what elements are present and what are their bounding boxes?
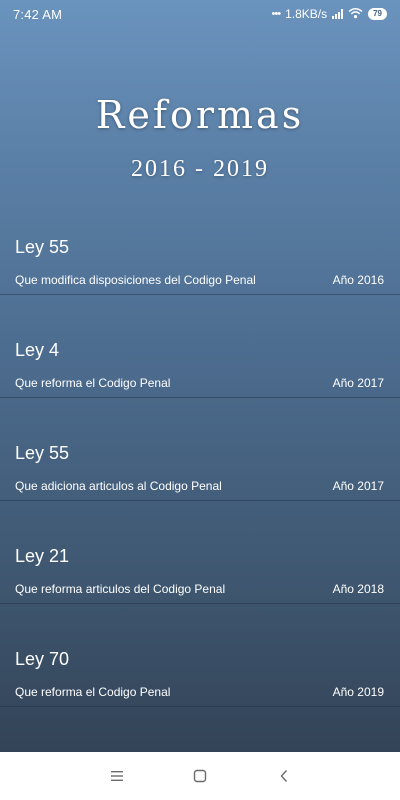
list-item[interactable]: Ley 4 Que reforma el Codigo Penal Año 20… (0, 336, 400, 439)
divider (0, 294, 400, 295)
divider (0, 500, 400, 501)
law-name: Ley 55 (15, 237, 70, 257)
battery-icon: 79 (368, 8, 387, 20)
law-description: Que adiciona articulos al Codigo Penal (15, 479, 222, 493)
law-list: Ley 55 Que modifica disposiciones del Co… (0, 233, 400, 748)
more-dots-icon: ••• (271, 8, 282, 20)
divider (0, 603, 400, 604)
home-button[interactable] (188, 764, 212, 788)
law-description: Que reforma el Codigo Penal (15, 376, 171, 390)
list-item[interactable]: Ley 55 Que modifica disposiciones del Co… (0, 233, 400, 336)
back-icon (280, 770, 288, 782)
status-icons: ••• 1.8KB/s 79 (271, 6, 387, 22)
signal-icon (332, 9, 344, 19)
law-year: Año 2019 (332, 685, 384, 699)
law-description: Que modifica disposiciones del Codigo Pe… (15, 273, 256, 287)
law-name: Ley 21 (15, 546, 70, 566)
wifi-icon (348, 7, 363, 22)
divider (0, 706, 400, 707)
law-name: Ley 4 (15, 340, 60, 360)
menu-button[interactable] (105, 764, 129, 788)
law-description: Que reforma articulos del Codigo Penal (15, 582, 226, 596)
status-bar: 7:42 AM ••• 1.8KB/s 79 (0, 0, 400, 30)
law-year: Año 2017 (332, 376, 384, 390)
back-button[interactable] (272, 764, 296, 788)
list-item[interactable]: Ley 21 Que reforma articulos del Codigo … (0, 542, 400, 645)
law-description: Que reforma el Codigo Penal (15, 685, 171, 699)
network-speed: 1.8KB/s (285, 7, 328, 21)
navigation-bar (0, 752, 400, 800)
law-name: Ley 55 (15, 443, 70, 463)
menu-icon (111, 771, 123, 781)
status-time: 7:42 AM (13, 7, 63, 22)
page-title: Reformas (95, 93, 305, 137)
page-subtitle: 2016 - 2019 (131, 156, 269, 182)
law-year: Año 2017 (332, 479, 384, 493)
law-name: Ley 70 (15, 649, 70, 669)
law-year: Año 2016 (332, 273, 384, 287)
battery-level: 79 (373, 9, 382, 18)
list-item[interactable]: Ley 70 Que reforma el Codigo Penal Año 2… (0, 645, 400, 748)
screen: 7:42 AM ••• 1.8KB/s 79 Reformas 2016 - 2… (0, 0, 400, 800)
law-year: Año 2018 (332, 582, 384, 596)
list-item[interactable]: Ley 55 Que adiciona articulos al Codigo … (0, 439, 400, 542)
home-icon (193, 769, 207, 783)
divider (0, 397, 400, 398)
